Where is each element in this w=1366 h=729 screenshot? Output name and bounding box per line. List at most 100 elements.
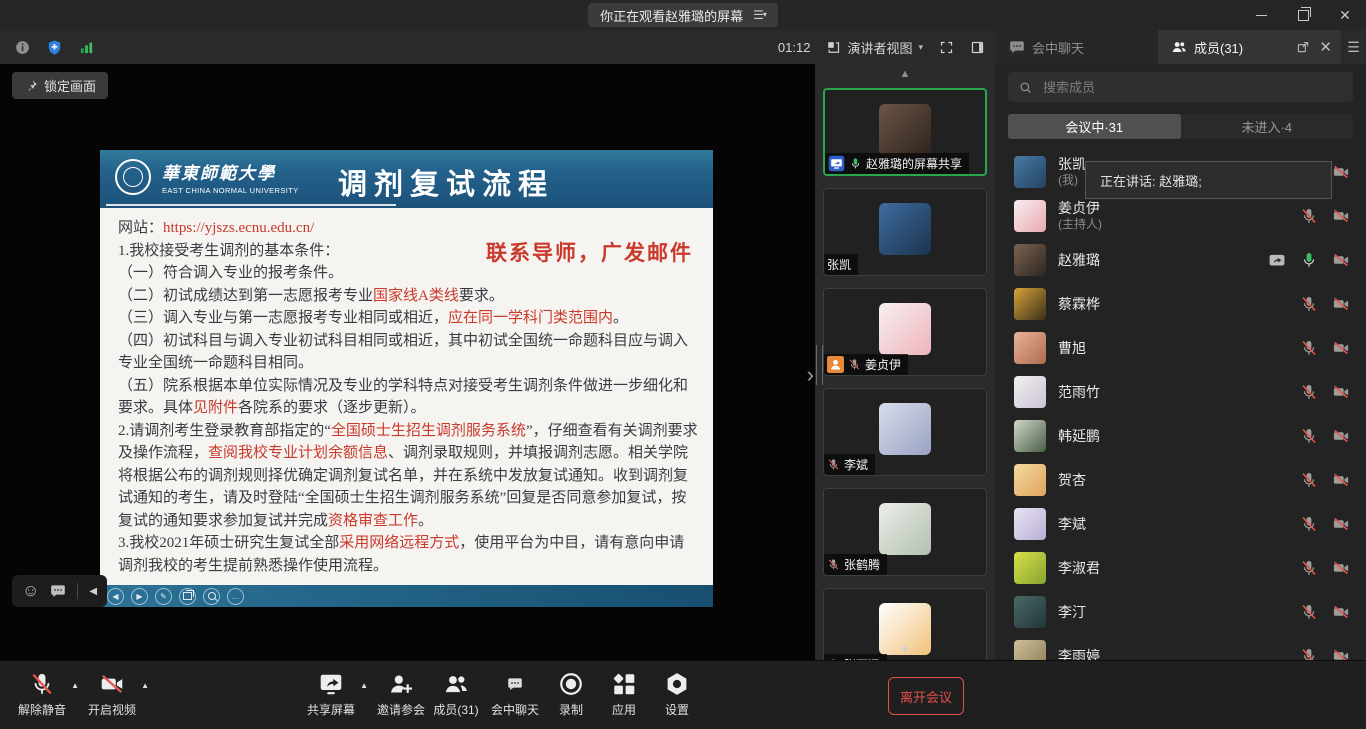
- lock-view-label: 锁定画面: [44, 76, 96, 95]
- video-tile[interactable]: 张鹤腾: [823, 488, 987, 576]
- close-panel-icon[interactable]: ✕: [1319, 38, 1332, 56]
- member-row[interactable]: 李斌: [995, 502, 1366, 546]
- mic-off-icon: [848, 358, 861, 371]
- avatar: [1014, 200, 1046, 232]
- tab-not-joined[interactable]: 未进入·4: [1181, 114, 1354, 139]
- avatar: [1014, 376, 1046, 408]
- slide-line: （二）初试成绩达到第一志愿报考专业国家线A类线要求。: [118, 285, 699, 308]
- view-mode-selector[interactable]: 演讲者视图 ▾: [826, 38, 923, 57]
- member-list: 张凯 (我) 姜贞伊 (主持人) 赵雅璐 蔡霖桦 曹旭: [995, 150, 1366, 660]
- toolbar-share-screen-button[interactable]: 共享屏幕 ▲: [296, 661, 366, 718]
- close-button[interactable]: ✕: [1324, 0, 1366, 30]
- member-name: 贺杏: [1058, 472, 1086, 489]
- chat-bubble-icon[interactable]: [50, 583, 66, 599]
- slide-nav-pen-icon[interactable]: ✎: [155, 588, 172, 605]
- video-tile[interactable]: 李斌: [823, 388, 987, 476]
- meeting-header: 01:12 演讲者视图 ▾: [0, 30, 995, 64]
- toolbar-label: 开启视频: [88, 701, 136, 718]
- slide-nav-more-icon[interactable]: …: [227, 588, 244, 605]
- member-search[interactable]: [1008, 72, 1353, 102]
- slide-nav-prev-icon[interactable]: ◀: [107, 588, 124, 605]
- presentation-slide: 華東師範大學 EAST CHINA NORMAL UNIVERSITY 调剂复试…: [100, 150, 713, 607]
- scroll-up-icon[interactable]: ▲: [900, 68, 911, 80]
- member-role: (主持人): [1058, 217, 1102, 232]
- pin-icon: [24, 79, 38, 93]
- toolbar-cam-off-big-button[interactable]: 开启视频 ▲: [77, 661, 147, 718]
- slide-nav-slides-icon[interactable]: [179, 588, 196, 605]
- tile-name: 姜贞伊: [865, 356, 901, 373]
- toolbar-settings-button[interactable]: 设置: [642, 661, 712, 718]
- member-row[interactable]: 韩延鹏: [995, 414, 1366, 458]
- camera-off-icon: [1331, 647, 1351, 660]
- slide-body-lines: 网站：https://yjszs.ecnu.edu.cn/1.我校接受考生调剂的…: [118, 217, 699, 577]
- bottom-toolbar: 离开会议 解除静音 ▲ 开启视频 ▲ 共享屏幕 ▲ 邀请参会 成员(31) 会中…: [0, 660, 1366, 729]
- cam-off-big-icon: [99, 671, 125, 697]
- member-row[interactable]: 赵雅璐: [995, 238, 1366, 282]
- slide-nav-zoom-icon[interactable]: [203, 588, 220, 605]
- member-name: 张凯: [1058, 156, 1086, 173]
- search-input[interactable]: [1041, 79, 1343, 96]
- video-tile[interactable]: 赵雅璐的屏幕共享: [823, 88, 987, 176]
- tab-members-panel[interactable]: 成员(31) ✕: [1158, 30, 1341, 64]
- tab-chat-panel[interactable]: 会中聊天: [995, 30, 1158, 64]
- members-panel: 会议中·31 未进入·4 张凯 (我) 姜贞伊 (主持人) 赵雅璐 蔡霖桦: [995, 64, 1366, 660]
- video-tile[interactable]: 张凯: [823, 188, 987, 276]
- tile-name: 张凯: [827, 256, 851, 273]
- collapse-strip-chevron[interactable]: ›: [807, 364, 814, 386]
- camera-off-icon: [1331, 559, 1351, 577]
- mic-on-icon: [849, 157, 862, 170]
- mic-off-icon: [1300, 603, 1318, 621]
- popout-icon[interactable]: [1296, 40, 1310, 54]
- divider: [77, 583, 78, 599]
- lock-view-button[interactable]: 锁定画面: [12, 72, 108, 99]
- restore-button[interactable]: [1282, 0, 1324, 30]
- caret-up-icon[interactable]: ▲: [141, 681, 149, 690]
- strip-resize-handle[interactable]: [816, 345, 823, 385]
- member-name: 曹旭: [1058, 340, 1086, 357]
- member-row[interactable]: 李雨婷: [995, 634, 1366, 660]
- info-icon[interactable]: [14, 39, 31, 56]
- banner-menu-icon[interactable]: ☰▾: [753, 8, 766, 22]
- member-row[interactable]: 李淑君: [995, 546, 1366, 590]
- slide-line: （四）初试科目与调入专业初试科目相同或相近，其中初试全国统一命题科目应与调入专业…: [118, 330, 699, 375]
- school-name-cn: 華東師範大學: [162, 159, 299, 184]
- shared-screen-area: 锁定画面 華東師範大學 EAST CHINA NORMAL UNIVERSITY…: [0, 64, 815, 660]
- camera-off-icon: [1331, 603, 1351, 621]
- member-row[interactable]: 李汀: [995, 590, 1366, 634]
- video-tile[interactable]: 姜贞伊: [823, 288, 987, 376]
- slide-title: 调剂复试流程: [338, 161, 554, 203]
- camera-off-icon: [1331, 163, 1351, 181]
- meeting-window: 你正在观看赵雅璐的屏幕 ☰▾ ✕ 01:12 演讲者视图 ▾: [0, 0, 1366, 729]
- member-row[interactable]: 姜贞伊 (主持人): [995, 194, 1366, 238]
- toolbar-label: 会中聊天: [491, 701, 539, 718]
- member-row[interactable]: 贺杏: [995, 458, 1366, 502]
- emoji-icon[interactable]: ☺: [22, 581, 39, 601]
- member-role: (我): [1058, 173, 1086, 188]
- collapse-left-icon[interactable]: ◀: [89, 586, 97, 597]
- member-row[interactable]: 蔡霖桦: [995, 282, 1366, 326]
- search-icon: [1018, 80, 1033, 95]
- slide-nav-next-icon[interactable]: ▶: [131, 588, 148, 605]
- member-row[interactable]: 范雨竹: [995, 370, 1366, 414]
- fullscreen-icon[interactable]: [939, 40, 954, 55]
- mic-off-icon: [1300, 647, 1318, 660]
- avatar: [1014, 244, 1046, 276]
- video-thumbnail-strip: ▲ 赵雅璐的屏幕共享 张凯 姜贞伊 李斌 张鹤腾 张雨涵 ▼: [815, 64, 995, 660]
- minimize-button[interactable]: [1240, 0, 1282, 30]
- avatar: [1014, 552, 1046, 584]
- avatar: [879, 503, 931, 555]
- watching-banner[interactable]: 你正在观看赵雅璐的屏幕 ☰▾: [588, 3, 778, 27]
- toolbar-mic-off-big-button[interactable]: 解除静音 ▲: [7, 661, 77, 718]
- share-float-toolbar: ☺ ◀: [12, 575, 107, 607]
- member-row[interactable]: 曹旭: [995, 326, 1366, 370]
- scroll-down-icon[interactable]: ▼: [900, 644, 911, 656]
- sidepanel-toggle-icon[interactable]: [970, 40, 985, 55]
- signal-icon[interactable]: [78, 39, 95, 56]
- slide-body: 联系导师，广发邮件 网站：https://yjszs.ecnu.edu.cn/1…: [100, 208, 713, 585]
- shield-icon[interactable]: [46, 39, 63, 56]
- member-name: 韩延鹏: [1058, 428, 1100, 445]
- leave-meeting-button[interactable]: 离开会议: [888, 677, 964, 715]
- camera-off-icon: [1331, 471, 1351, 489]
- panel-menu-icon[interactable]: ☰: [1341, 30, 1366, 64]
- tab-in-meeting[interactable]: 会议中·31: [1008, 114, 1181, 139]
